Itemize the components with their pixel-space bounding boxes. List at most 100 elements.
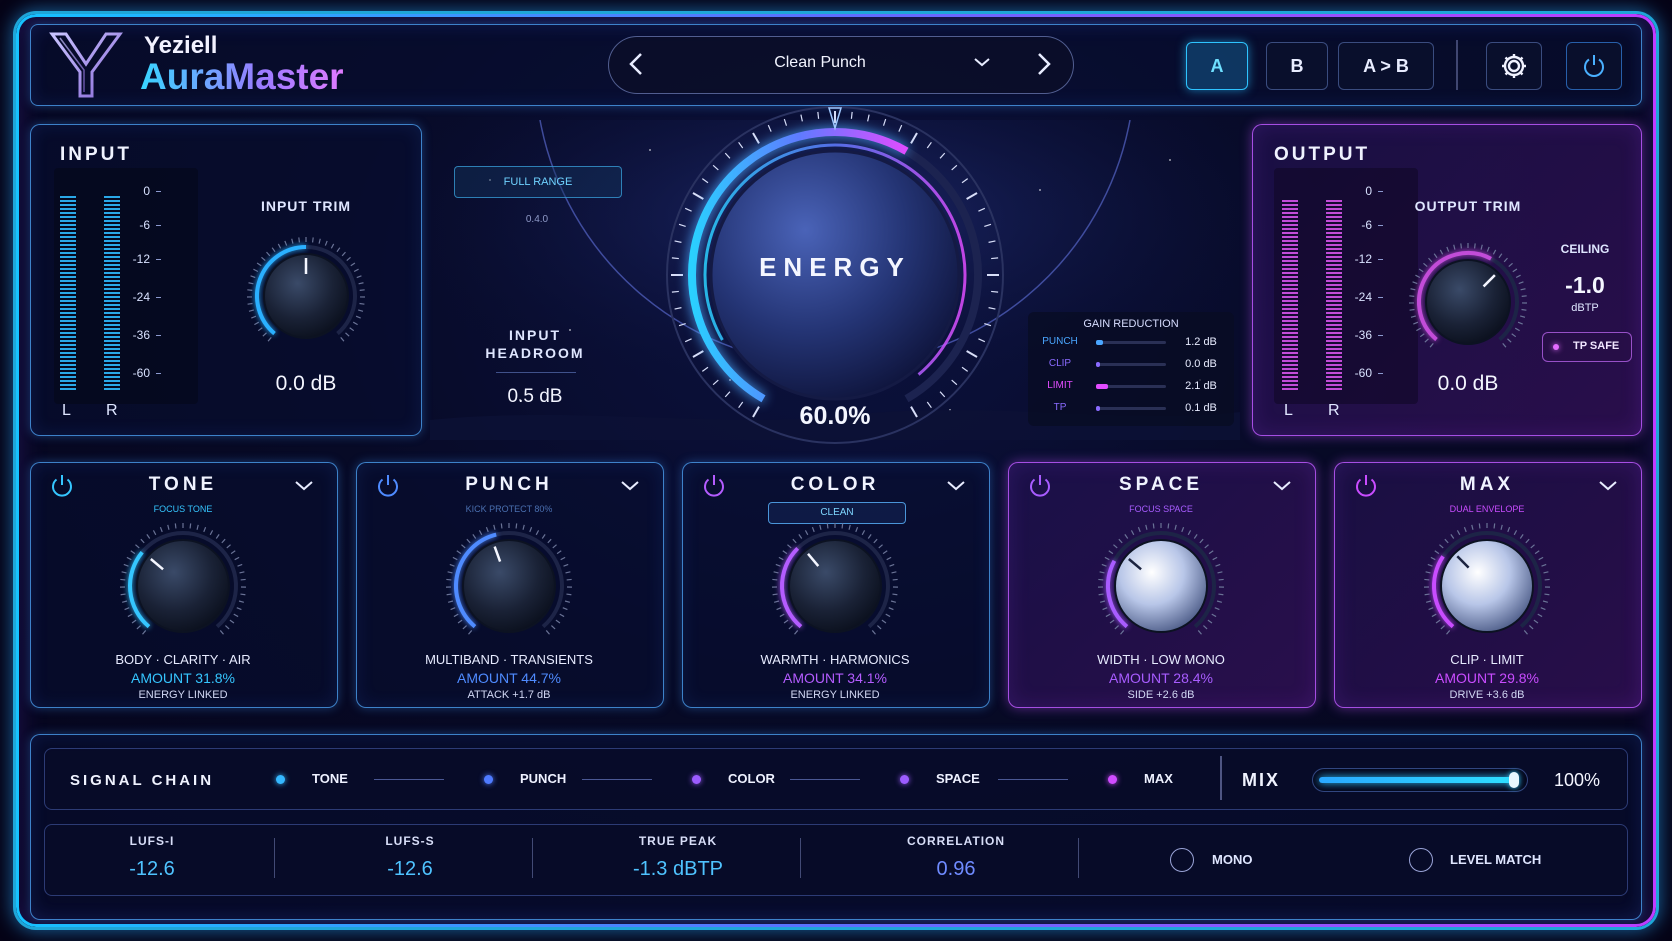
- tp-safe-indicator: [1553, 344, 1559, 350]
- chain-connector: [582, 779, 652, 780]
- chain-connector: [374, 779, 444, 780]
- input-left-label: L: [62, 402, 71, 419]
- meter-scale-mark: [1378, 297, 1383, 298]
- meter-divider: [274, 838, 275, 878]
- chain-max-label[interactable]: MAX: [1144, 771, 1173, 786]
- gear-icon: [1502, 54, 1526, 78]
- module-tone-amount-knob[interactable]: [117, 520, 249, 652]
- module-punch-title: PUNCH: [465, 474, 553, 495]
- tp-safe-button[interactable]: TP SAFE: [1542, 332, 1632, 362]
- meter-scale-mark: [156, 259, 161, 260]
- input-trim-knob[interactable]: [244, 234, 368, 358]
- chain-space-label[interactable]: SPACE: [936, 771, 980, 786]
- brand-product: AuraMaster: [140, 56, 344, 97]
- header-divider: [1456, 40, 1458, 90]
- meter-divider: [800, 838, 801, 878]
- module-max-amount-knob[interactable]: [1421, 520, 1553, 652]
- meter-scale-tick: 0: [1365, 184, 1372, 198]
- full-range-button[interactable]: FULL RANGE: [454, 166, 622, 198]
- chevron-down-icon: [621, 481, 639, 491]
- meter-scale-tick: -24: [1354, 290, 1372, 304]
- chevron-down-icon: [295, 481, 313, 491]
- preset-dropdown-button[interactable]: [970, 50, 994, 74]
- input-right-label: R: [106, 402, 118, 419]
- meter-label: TRUE PEAK: [638, 834, 718, 848]
- module-max-sub: DRIVE +3.6 dB: [1449, 689, 1525, 701]
- mix-slider-thumb[interactable]: [1509, 772, 1519, 788]
- meter-scale-tick: -36: [1354, 328, 1372, 342]
- gr-row-label: CLIP: [1048, 358, 1072, 369]
- input-headroom-label: INPUT HEADROOM: [485, 327, 585, 361]
- meter-scale-tick: -60: [132, 366, 150, 380]
- module-color-sub: ENERGY LINKED: [790, 689, 880, 701]
- meter-bar: [44, 824, 1628, 896]
- module-space-expand-button[interactable]: [1270, 474, 1294, 498]
- ab-copy-button[interactable]: A > B: [1338, 42, 1434, 90]
- module-color-expand-button[interactable]: [944, 474, 968, 498]
- preset-prev-button[interactable]: [622, 48, 652, 80]
- module-color-title: COLOR: [790, 474, 880, 495]
- preset-next-button[interactable]: [1028, 48, 1058, 80]
- module-space-title: SPACE: [1118, 474, 1204, 495]
- meter-value: 0.96: [936, 858, 976, 880]
- output-title: OUTPUT: [1274, 144, 1371, 165]
- output-trim-label: OUTPUT TRIM: [1414, 198, 1522, 214]
- gr-row-value: 1.2 dB: [1185, 336, 1217, 348]
- module-punch-description: MULTIBAND · TRANSIENTS: [425, 652, 593, 667]
- version-label: 0.4.0: [525, 214, 549, 225]
- ab-b-button[interactable]: B: [1266, 42, 1328, 90]
- gr-row-label: PUNCH: [1042, 336, 1078, 347]
- module-color-amount-knob[interactable]: [769, 520, 901, 652]
- settings-button[interactable]: [1486, 42, 1542, 90]
- gr-row-fill: [1096, 384, 1108, 389]
- gr-row-track: [1096, 341, 1166, 344]
- ceiling-value[interactable]: -1.0: [1540, 272, 1630, 299]
- meter-divider: [1078, 838, 1079, 878]
- meter-scale-mark: [1378, 373, 1383, 374]
- chevron-right-icon: [1038, 53, 1051, 75]
- module-color-amount: AMOUNT 34.1%: [783, 670, 887, 686]
- gr-row-label: TP: [1053, 402, 1067, 413]
- meter-label: LUFS-I: [129, 834, 175, 848]
- module-max-expand-button[interactable]: [1596, 474, 1620, 498]
- input-headroom-value: 0.5 dB: [507, 386, 563, 407]
- gr-row-value: 0.0 dB: [1185, 358, 1217, 370]
- module-punch-expand-button[interactable]: [618, 474, 642, 498]
- gain-reduction-title: GAIN REDUCTION: [1083, 318, 1179, 330]
- ab-a-button[interactable]: A: [1186, 42, 1248, 90]
- meter-scale-mark: [156, 373, 161, 374]
- chevron-down-icon: [974, 58, 990, 67]
- meter-scale-tick: -6: [1361, 218, 1372, 232]
- preset-name[interactable]: Clean Punch: [720, 54, 920, 72]
- mix-slider[interactable]: [1312, 768, 1528, 792]
- level-match-toggle[interactable]: [1409, 848, 1433, 872]
- module-tone-expand-button[interactable]: [292, 474, 316, 498]
- meter-label: LUFS-S: [385, 834, 435, 848]
- meter-scale-tick: -36: [132, 328, 150, 342]
- module-max-title: MAX: [1459, 474, 1515, 495]
- input-meter-left: [60, 196, 76, 390]
- chain-color-label[interactable]: COLOR: [728, 771, 775, 786]
- module-punch-amount-knob[interactable]: [443, 520, 575, 652]
- power-button[interactable]: [1566, 42, 1622, 90]
- module-punch-mode[interactable]: KICK PROTECT 80%: [356, 504, 662, 514]
- module-max-mode[interactable]: DUAL ENVELOPE: [1334, 504, 1640, 514]
- gr-row-fill: [1096, 362, 1100, 367]
- gr-row-value: 0.1 dB: [1185, 402, 1217, 414]
- meter-scale-mark: [1378, 335, 1383, 336]
- chain-tone-label[interactable]: TONE: [312, 771, 348, 786]
- module-space-amount-knob[interactable]: [1095, 520, 1227, 652]
- module-space-mode[interactable]: FOCUS SPACE: [1008, 504, 1314, 514]
- module-space-amount: AMOUNT 28.4%: [1109, 670, 1213, 686]
- module-tone-mode[interactable]: FOCUS TONE: [30, 504, 336, 514]
- mono-label: MONO: [1212, 852, 1253, 867]
- ceiling-label: CEILING: [1560, 242, 1610, 256]
- mono-toggle[interactable]: [1170, 848, 1194, 872]
- chain-punch-label[interactable]: PUNCH: [520, 771, 566, 786]
- input-title: INPUT: [60, 144, 132, 165]
- output-trim-knob[interactable]: [1406, 240, 1530, 364]
- meter-label: CORRELATION: [906, 834, 1006, 848]
- module-punch-sub: ATTACK +1.7 dB: [467, 689, 551, 701]
- meter-scale-tick: -12: [1354, 252, 1372, 266]
- input-trim-value: 0.0 dB: [275, 372, 337, 395]
